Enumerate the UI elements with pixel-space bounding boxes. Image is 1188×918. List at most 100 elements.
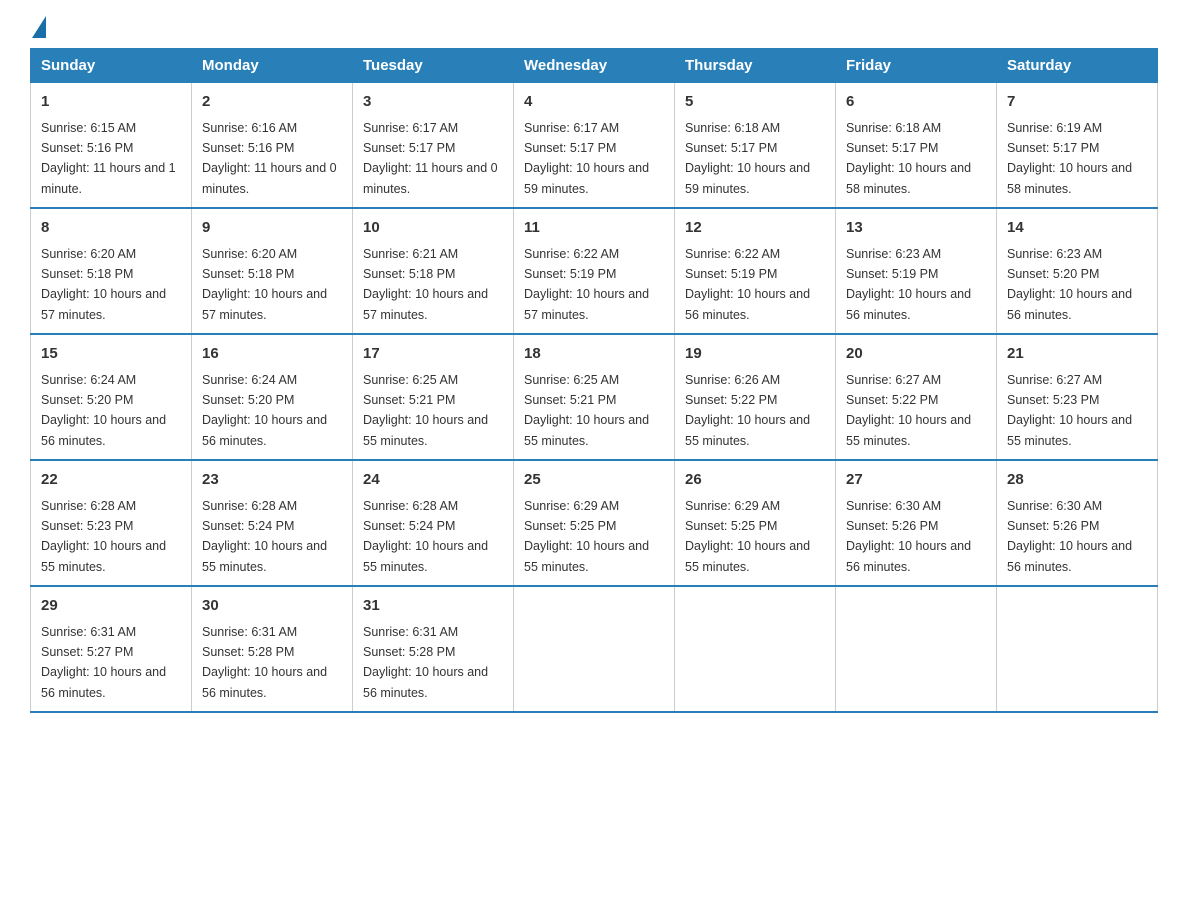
calendar-week-row: 22 Sunrise: 6:28 AMSunset: 5:23 PMDaylig…: [31, 460, 1158, 586]
calendar-day-cell: 17 Sunrise: 6:25 AMSunset: 5:21 PMDaylig…: [353, 334, 514, 460]
day-number: 5: [685, 91, 825, 114]
weekday-header-friday: Friday: [836, 49, 997, 83]
calendar-week-row: 15 Sunrise: 6:24 AMSunset: 5:20 PMDaylig…: [31, 334, 1158, 460]
day-info: Sunrise: 6:28 AMSunset: 5:24 PMDaylight:…: [202, 499, 327, 574]
calendar-day-cell: 23 Sunrise: 6:28 AMSunset: 5:24 PMDaylig…: [192, 460, 353, 586]
day-number: 7: [1007, 91, 1147, 114]
day-number: 21: [1007, 343, 1147, 366]
day-number: 19: [685, 343, 825, 366]
day-number: 20: [846, 343, 986, 366]
weekday-header-tuesday: Tuesday: [353, 49, 514, 83]
logo: [30, 20, 46, 38]
day-info: Sunrise: 6:31 AMSunset: 5:27 PMDaylight:…: [41, 625, 166, 700]
calendar-day-cell: 5 Sunrise: 6:18 AMSunset: 5:17 PMDayligh…: [675, 83, 836, 209]
day-info: Sunrise: 6:16 AMSunset: 5:16 PMDaylight:…: [202, 121, 337, 196]
day-info: Sunrise: 6:17 AMSunset: 5:17 PMDaylight:…: [524, 121, 649, 196]
day-info: Sunrise: 6:31 AMSunset: 5:28 PMDaylight:…: [363, 625, 488, 700]
day-info: Sunrise: 6:25 AMSunset: 5:21 PMDaylight:…: [363, 373, 488, 448]
day-info: Sunrise: 6:20 AMSunset: 5:18 PMDaylight:…: [41, 247, 166, 322]
calendar-day-cell: 3 Sunrise: 6:17 AMSunset: 5:17 PMDayligh…: [353, 83, 514, 209]
day-number: 12: [685, 217, 825, 240]
day-info: Sunrise: 6:30 AMSunset: 5:26 PMDaylight:…: [1007, 499, 1132, 574]
calendar-day-cell: [675, 586, 836, 712]
day-number: 9: [202, 217, 342, 240]
calendar-day-cell: [997, 586, 1158, 712]
day-number: 11: [524, 217, 664, 240]
day-number: 18: [524, 343, 664, 366]
calendar-day-cell: 22 Sunrise: 6:28 AMSunset: 5:23 PMDaylig…: [31, 460, 192, 586]
calendar-day-cell: 20 Sunrise: 6:27 AMSunset: 5:22 PMDaylig…: [836, 334, 997, 460]
day-number: 3: [363, 91, 503, 114]
calendar-day-cell: 11 Sunrise: 6:22 AMSunset: 5:19 PMDaylig…: [514, 208, 675, 334]
calendar-day-cell: 30 Sunrise: 6:31 AMSunset: 5:28 PMDaylig…: [192, 586, 353, 712]
logo-triangle-icon: [32, 16, 46, 38]
calendar-day-cell: 2 Sunrise: 6:16 AMSunset: 5:16 PMDayligh…: [192, 83, 353, 209]
day-info: Sunrise: 6:30 AMSunset: 5:26 PMDaylight:…: [846, 499, 971, 574]
day-info: Sunrise: 6:17 AMSunset: 5:17 PMDaylight:…: [363, 121, 498, 196]
day-number: 25: [524, 469, 664, 492]
calendar-day-cell: 13 Sunrise: 6:23 AMSunset: 5:19 PMDaylig…: [836, 208, 997, 334]
weekday-header-sunday: Sunday: [31, 49, 192, 83]
day-info: Sunrise: 6:31 AMSunset: 5:28 PMDaylight:…: [202, 625, 327, 700]
day-info: Sunrise: 6:20 AMSunset: 5:18 PMDaylight:…: [202, 247, 327, 322]
calendar-week-row: 1 Sunrise: 6:15 AMSunset: 5:16 PMDayligh…: [31, 83, 1158, 209]
calendar-day-cell: 24 Sunrise: 6:28 AMSunset: 5:24 PMDaylig…: [353, 460, 514, 586]
day-info: Sunrise: 6:23 AMSunset: 5:20 PMDaylight:…: [1007, 247, 1132, 322]
day-info: Sunrise: 6:18 AMSunset: 5:17 PMDaylight:…: [685, 121, 810, 196]
day-info: Sunrise: 6:24 AMSunset: 5:20 PMDaylight:…: [41, 373, 166, 448]
calendar-day-cell: 29 Sunrise: 6:31 AMSunset: 5:27 PMDaylig…: [31, 586, 192, 712]
day-number: 6: [846, 91, 986, 114]
calendar-day-cell: 12 Sunrise: 6:22 AMSunset: 5:19 PMDaylig…: [675, 208, 836, 334]
day-info: Sunrise: 6:27 AMSunset: 5:23 PMDaylight:…: [1007, 373, 1132, 448]
day-info: Sunrise: 6:22 AMSunset: 5:19 PMDaylight:…: [524, 247, 649, 322]
day-info: Sunrise: 6:28 AMSunset: 5:23 PMDaylight:…: [41, 499, 166, 574]
calendar-day-cell: 15 Sunrise: 6:24 AMSunset: 5:20 PMDaylig…: [31, 334, 192, 460]
calendar-day-cell: 28 Sunrise: 6:30 AMSunset: 5:26 PMDaylig…: [997, 460, 1158, 586]
day-number: 29: [41, 595, 181, 618]
day-info: Sunrise: 6:25 AMSunset: 5:21 PMDaylight:…: [524, 373, 649, 448]
day-info: Sunrise: 6:26 AMSunset: 5:22 PMDaylight:…: [685, 373, 810, 448]
weekday-header-saturday: Saturday: [997, 49, 1158, 83]
weekday-header-monday: Monday: [192, 49, 353, 83]
calendar-day-cell: 6 Sunrise: 6:18 AMSunset: 5:17 PMDayligh…: [836, 83, 997, 209]
day-info: Sunrise: 6:22 AMSunset: 5:19 PMDaylight:…: [685, 247, 810, 322]
calendar-day-cell: 31 Sunrise: 6:31 AMSunset: 5:28 PMDaylig…: [353, 586, 514, 712]
day-number: 31: [363, 595, 503, 618]
calendar-day-cell: [836, 586, 997, 712]
day-number: 28: [1007, 469, 1147, 492]
calendar-day-cell: 19 Sunrise: 6:26 AMSunset: 5:22 PMDaylig…: [675, 334, 836, 460]
day-number: 1: [41, 91, 181, 114]
day-number: 23: [202, 469, 342, 492]
day-number: 27: [846, 469, 986, 492]
day-info: Sunrise: 6:23 AMSunset: 5:19 PMDaylight:…: [846, 247, 971, 322]
day-number: 4: [524, 91, 664, 114]
day-number: 13: [846, 217, 986, 240]
day-info: Sunrise: 6:15 AMSunset: 5:16 PMDaylight:…: [41, 121, 176, 196]
day-number: 10: [363, 217, 503, 240]
day-info: Sunrise: 6:24 AMSunset: 5:20 PMDaylight:…: [202, 373, 327, 448]
calendar-week-row: 29 Sunrise: 6:31 AMSunset: 5:27 PMDaylig…: [31, 586, 1158, 712]
calendar-day-cell: 8 Sunrise: 6:20 AMSunset: 5:18 PMDayligh…: [31, 208, 192, 334]
day-number: 26: [685, 469, 825, 492]
calendar-day-cell: 27 Sunrise: 6:30 AMSunset: 5:26 PMDaylig…: [836, 460, 997, 586]
day-number: 8: [41, 217, 181, 240]
calendar-day-cell: 18 Sunrise: 6:25 AMSunset: 5:21 PMDaylig…: [514, 334, 675, 460]
calendar-day-cell: 4 Sunrise: 6:17 AMSunset: 5:17 PMDayligh…: [514, 83, 675, 209]
day-info: Sunrise: 6:29 AMSunset: 5:25 PMDaylight:…: [685, 499, 810, 574]
day-info: Sunrise: 6:28 AMSunset: 5:24 PMDaylight:…: [363, 499, 488, 574]
calendar-day-cell: 16 Sunrise: 6:24 AMSunset: 5:20 PMDaylig…: [192, 334, 353, 460]
day-info: Sunrise: 6:27 AMSunset: 5:22 PMDaylight:…: [846, 373, 971, 448]
day-info: Sunrise: 6:21 AMSunset: 5:18 PMDaylight:…: [363, 247, 488, 322]
day-number: 14: [1007, 217, 1147, 240]
calendar-day-cell: 7 Sunrise: 6:19 AMSunset: 5:17 PMDayligh…: [997, 83, 1158, 209]
day-number: 22: [41, 469, 181, 492]
day-number: 30: [202, 595, 342, 618]
day-info: Sunrise: 6:29 AMSunset: 5:25 PMDaylight:…: [524, 499, 649, 574]
calendar-week-row: 8 Sunrise: 6:20 AMSunset: 5:18 PMDayligh…: [31, 208, 1158, 334]
day-info: Sunrise: 6:19 AMSunset: 5:17 PMDaylight:…: [1007, 121, 1132, 196]
calendar-day-cell: 26 Sunrise: 6:29 AMSunset: 5:25 PMDaylig…: [675, 460, 836, 586]
calendar-day-cell: 21 Sunrise: 6:27 AMSunset: 5:23 PMDaylig…: [997, 334, 1158, 460]
day-number: 16: [202, 343, 342, 366]
calendar-day-cell: 9 Sunrise: 6:20 AMSunset: 5:18 PMDayligh…: [192, 208, 353, 334]
day-info: Sunrise: 6:18 AMSunset: 5:17 PMDaylight:…: [846, 121, 971, 196]
